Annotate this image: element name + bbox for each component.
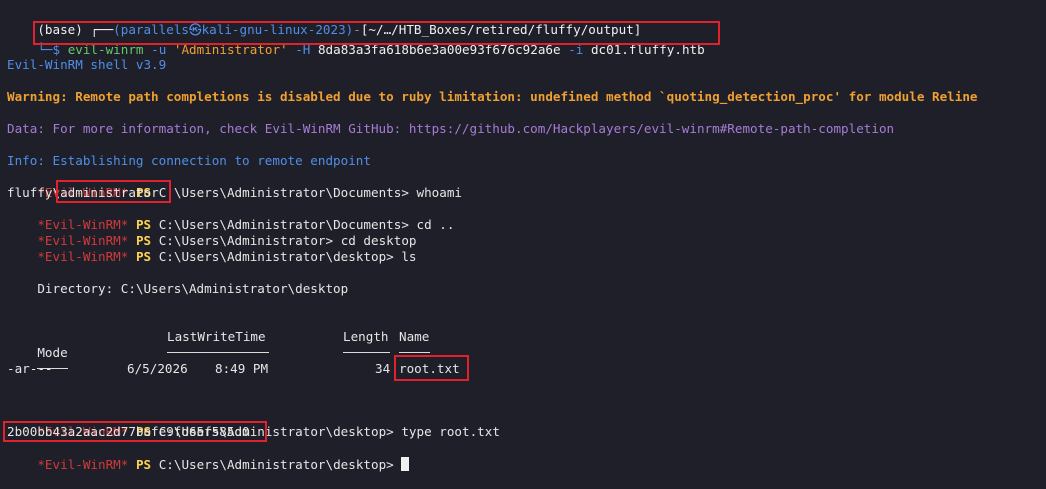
banner-line: Evil-WinRM shell v3.9 bbox=[7, 57, 167, 72]
ps-line-ls: *Evil-WinRM* PS C:\Users\Administrator\d… bbox=[7, 233, 417, 281]
terminal-window[interactable]: (base) ┌──(parallels㉿kali-gnu-linux-2023… bbox=[0, 0, 1046, 472]
ps-command: cd .. bbox=[416, 217, 455, 232]
ps-command: type root.txt bbox=[401, 424, 500, 439]
ps-path: C:\Users\Administrator\Documents> bbox=[158, 185, 409, 200]
lastwrite-underline bbox=[167, 344, 269, 360]
info-line: Info: Establishing connection to remote … bbox=[7, 153, 371, 168]
length-underline bbox=[343, 344, 390, 360]
listing-length-cell: 34 bbox=[375, 361, 391, 376]
rootfile-highlight-box bbox=[394, 355, 469, 381]
listing-date-cell: 6/5/2026 bbox=[127, 361, 188, 376]
command-highlight-box bbox=[33, 21, 720, 45]
ps-command: ls bbox=[401, 249, 417, 264]
listing-time-cell: 8:49 PM bbox=[215, 361, 269, 376]
col-name-header: Name bbox=[399, 329, 430, 344]
listing-mode-cell: -ar--- bbox=[7, 361, 53, 376]
col-lastwrite-header: LastWriteTime bbox=[167, 329, 266, 344]
ps-path: C:\Users\Administrator\desktop> bbox=[158, 249, 394, 264]
flag-highlight-box bbox=[3, 421, 267, 442]
data-line: Data: For more information, check Evil-W… bbox=[7, 121, 895, 136]
winrm-tag: *Evil-WinRM* bbox=[37, 249, 129, 264]
ps-label: PS bbox=[135, 457, 152, 472]
ps-path: C:\Users\Administrator\desktop> bbox=[158, 457, 394, 472]
text-cursor bbox=[401, 457, 410, 471]
ps-command: whoami bbox=[416, 185, 463, 200]
whoami-domain: fluffy bbox=[7, 185, 53, 200]
warning-line: Warning: Remote path completions is disa… bbox=[7, 89, 978, 104]
winrm-tag: *Evil-WinRM* bbox=[37, 457, 129, 472]
ps-line-current[interactable]: *Evil-WinRM* PS C:\Users\Administrator\d… bbox=[7, 441, 410, 489]
ps-label: PS bbox=[135, 249, 152, 264]
col-length-header: Length bbox=[343, 329, 389, 344]
directory-line: Directory: C:\Users\Administrator\deskto… bbox=[7, 281, 349, 296]
whoami-highlight-box bbox=[56, 180, 171, 203]
